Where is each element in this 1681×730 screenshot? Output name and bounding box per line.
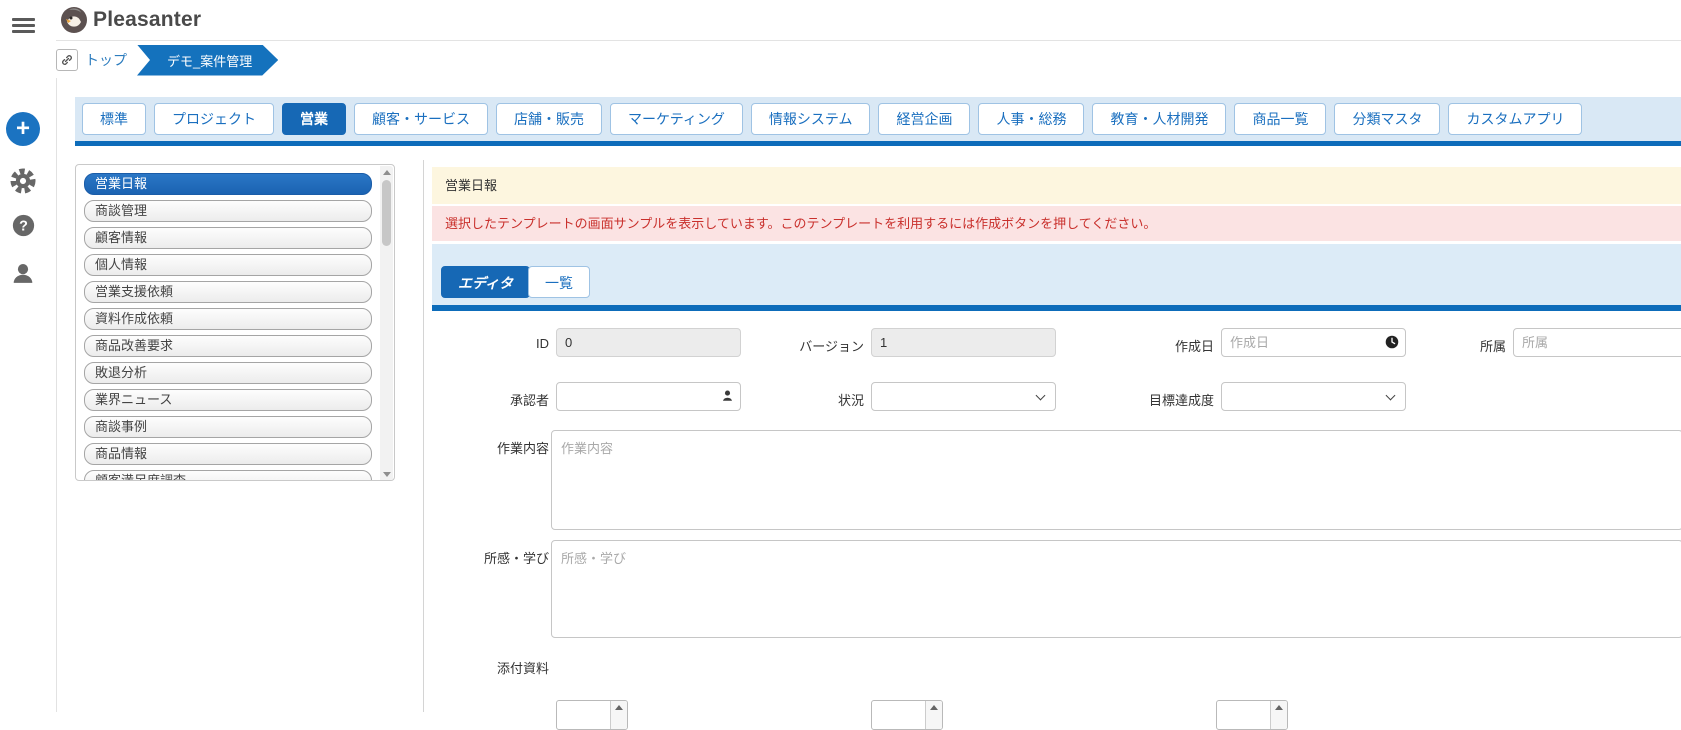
- account-button[interactable]: [6, 260, 40, 286]
- spinner-buttons[interactable]: [1270, 701, 1287, 729]
- reflections-textarea[interactable]: [551, 540, 1681, 638]
- question-icon: ?: [12, 214, 35, 237]
- version-label: バージョン: [739, 336, 864, 355]
- created-date-field: [1221, 328, 1406, 357]
- id-input[interactable]: [556, 328, 741, 357]
- tab-editor[interactable]: エディタ: [441, 266, 530, 298]
- site-tab-project[interactable]: プロジェクト: [154, 103, 274, 135]
- work-content-label: 作業内容: [424, 438, 549, 457]
- approver-person-icon[interactable]: [721, 389, 734, 402]
- site-tabs-underline: [75, 141, 1681, 146]
- breadcrumb: トップ デモ_案件管理: [56, 42, 278, 78]
- work-content-textarea[interactable]: [551, 430, 1681, 530]
- id-label: ID: [424, 336, 549, 351]
- site-tab-custom-app[interactable]: カスタムアプリ: [1448, 103, 1582, 135]
- new-site-button[interactable]: +: [6, 112, 40, 146]
- number-field-1[interactable]: [556, 700, 628, 730]
- folder-item-sales-support-request[interactable]: 営業支援依頼: [84, 281, 372, 303]
- spinner-buttons[interactable]: [925, 701, 942, 729]
- view-tabs-underline: [432, 305, 1681, 311]
- site-tab-sales[interactable]: 営業: [282, 103, 346, 135]
- spinner-up-icon[interactable]: [930, 705, 938, 710]
- person-icon: [11, 261, 35, 285]
- pleasanter-logo-icon: [60, 6, 88, 34]
- number-field-2[interactable]: [871, 700, 943, 730]
- attachments-label: 添付資料: [424, 658, 549, 677]
- folder-list-scrollbar[interactable]: [380, 166, 393, 481]
- site-tab-store-sales[interactable]: 店舗・販売: [496, 103, 602, 135]
- permalink-button[interactable]: [56, 49, 78, 71]
- breadcrumb-top-link[interactable]: トップ: [85, 50, 127, 70]
- chevron-down-icon: [1036, 391, 1046, 401]
- top-header: Pleasanter: [56, 0, 1681, 41]
- left-rail: + ?: [0, 0, 56, 712]
- spinner-up-icon[interactable]: [615, 705, 623, 710]
- help-button[interactable]: ?: [6, 213, 40, 237]
- folder-item-deal-management[interactable]: 商談管理: [84, 200, 372, 222]
- tab-list[interactable]: 一覧: [528, 266, 590, 298]
- site-tab-marketing[interactable]: マーケティング: [610, 103, 743, 135]
- scrollbar-thumb[interactable]: [382, 180, 391, 246]
- breadcrumb-current[interactable]: デモ_案件管理: [137, 45, 278, 76]
- app-title: Pleasanter: [93, 8, 201, 32]
- approver-label: 承認者: [424, 390, 549, 409]
- folder-item-product-info[interactable]: 商品情報: [84, 443, 372, 465]
- achievement-select[interactable]: [1221, 382, 1406, 411]
- template-notice: 選択したテンプレートの画面サンプルを表示しています。このテンプレートを利用するに…: [432, 206, 1681, 241]
- version-input[interactable]: [871, 328, 1056, 357]
- site-tab-customer-service[interactable]: 顧客・サービス: [354, 103, 488, 135]
- site-tab-corporate-planning[interactable]: 経営企画: [878, 103, 970, 135]
- department-field: [1513, 328, 1681, 357]
- spinner-buttons[interactable]: [610, 701, 627, 729]
- approver-field: [556, 382, 741, 411]
- site-tab-hr-general[interactable]: 人事・総務: [978, 103, 1084, 135]
- folder-item-personal-info[interactable]: 個人情報: [84, 254, 372, 276]
- scroll-down-arrow-icon[interactable]: [383, 472, 391, 477]
- svg-text:?: ?: [19, 218, 28, 234]
- main-panel: 営業日報 選択したテンプレートの画面サンプルを表示しています。このテンプレートを…: [423, 160, 1681, 712]
- number-field-3[interactable]: [1216, 700, 1288, 730]
- hamburger-menu-icon[interactable]: [12, 18, 35, 33]
- folder-list-panel: 営業日報 商談管理 顧客情報 個人情報 営業支援依頼 資料作成依頼 商品改善要求…: [75, 164, 395, 481]
- gear-icon: [10, 168, 36, 194]
- folder-item-customer-satisfaction[interactable]: 顧客満足度調査: [84, 470, 372, 481]
- created-date-label: 作成日: [1089, 336, 1214, 355]
- site-tab-bar: 標準 プロジェクト 営業 顧客・サービス 店舗・販売 マーケティング 情報システ…: [75, 97, 1681, 141]
- department-input[interactable]: [1513, 328, 1681, 357]
- chevron-down-icon: [1386, 391, 1396, 401]
- page-title: 営業日報: [432, 167, 1681, 204]
- plus-icon: +: [16, 114, 30, 144]
- site-tab-product-list[interactable]: 商品一覧: [1234, 103, 1326, 135]
- department-label: 所属: [1381, 336, 1506, 355]
- folder-item-sales-daily-report[interactable]: 営業日報: [84, 173, 372, 195]
- pleasanter-app: { "app": { "name": "Pleasanter" }, "brea…: [0, 0, 1681, 712]
- settings-button[interactable]: [6, 167, 40, 195]
- site-tab-info-systems[interactable]: 情報システム: [751, 103, 871, 135]
- site-tab-education[interactable]: 教育・人材開発: [1092, 103, 1226, 135]
- created-date-input[interactable]: [1221, 328, 1406, 357]
- folder-item-industry-news[interactable]: 業界ニュース: [84, 389, 372, 411]
- spinner-up-icon[interactable]: [1275, 705, 1283, 710]
- achievement-label: 目標達成度: [1089, 390, 1214, 409]
- folder-item-product-improvement[interactable]: 商品改善要求: [84, 335, 372, 357]
- folder-item-loss-analysis[interactable]: 敗退分析: [84, 362, 372, 384]
- rail-divider: [56, 78, 57, 712]
- approver-input[interactable]: [556, 382, 741, 411]
- link-icon: [60, 53, 74, 67]
- status-select[interactable]: [871, 382, 1056, 411]
- site-tab-category-master[interactable]: 分類マスタ: [1334, 103, 1440, 135]
- folder-item-deal-cases[interactable]: 商談事例: [84, 416, 372, 438]
- folder-item-document-request[interactable]: 資料作成依頼: [84, 308, 372, 330]
- scroll-up-arrow-icon[interactable]: [383, 170, 391, 175]
- reflections-label: 所感・学び: [424, 548, 549, 567]
- site-tab-standard[interactable]: 標準: [82, 103, 146, 135]
- status-label: 状況: [739, 390, 864, 409]
- view-tab-strip: エディタ 一覧: [432, 244, 1681, 305]
- folder-item-customer-info[interactable]: 顧客情報: [84, 227, 372, 249]
